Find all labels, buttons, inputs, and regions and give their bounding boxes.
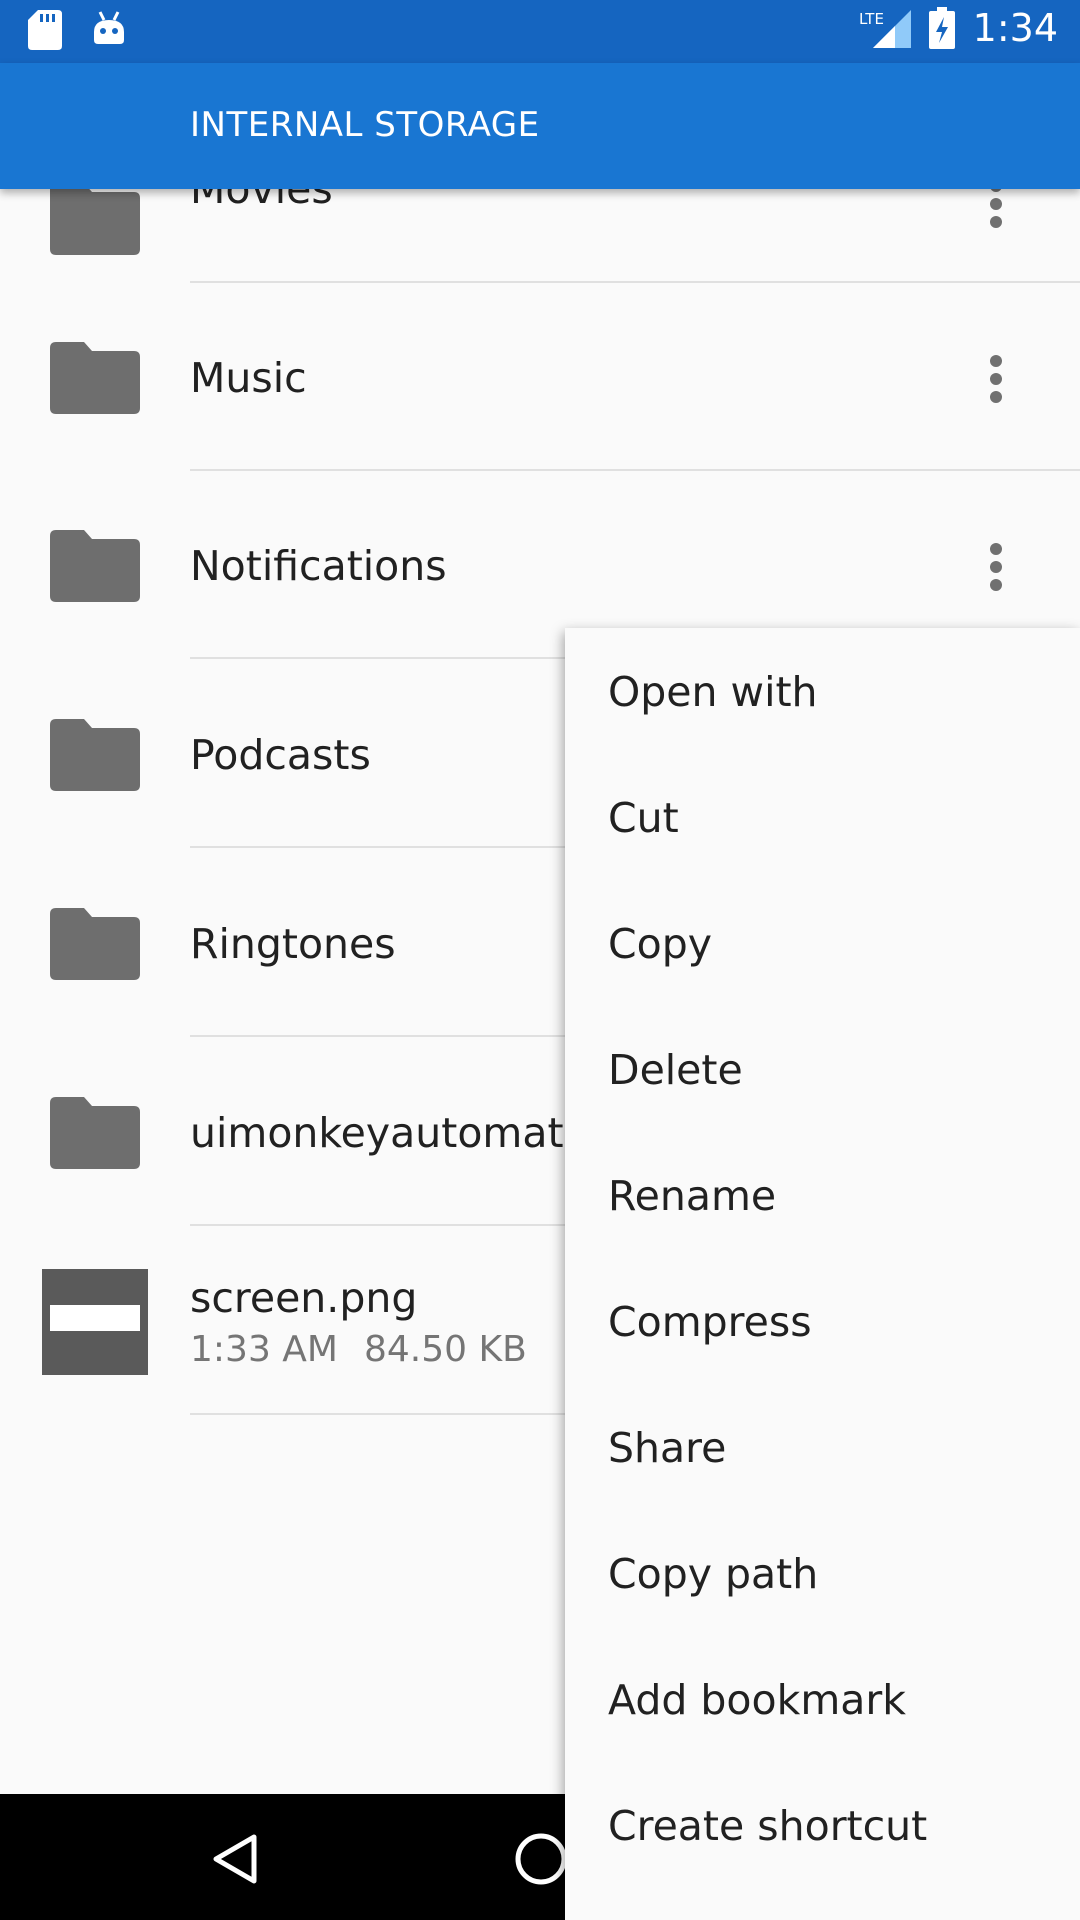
menu-item-label: Create shortcut — [608, 1802, 928, 1850]
thumbnail-dialog — [50, 1305, 140, 1331]
battery-charging-icon — [928, 7, 955, 49]
folder-name: uimonkeyautomator — [190, 1109, 606, 1157]
menu-item-share[interactable]: Share — [565, 1384, 1080, 1510]
folder-icon — [50, 183, 140, 255]
folder-icon — [50, 1097, 140, 1169]
menu-item-rename[interactable]: Rename — [565, 1132, 1080, 1258]
menu-item-open-with[interactable]: Open with — [565, 628, 1080, 754]
menu-item-copy-path[interactable]: Copy path — [565, 1510, 1080, 1636]
folder-icon — [50, 342, 140, 414]
menu-item-label: Compress — [608, 1298, 812, 1346]
folder-name: Ringtones — [190, 920, 396, 968]
screen: Movies Music Notifications Podcasts Ring… — [0, 0, 1080, 1920]
back-icon[interactable] — [212, 1834, 258, 1884]
home-icon[interactable] — [514, 1832, 568, 1886]
file-thumbnail — [42, 1269, 148, 1375]
menu-item-add-bookmark[interactable]: Add bookmark — [565, 1636, 1080, 1762]
menu-item-delete[interactable]: Delete — [565, 1006, 1080, 1132]
menu-item-label: Share — [608, 1424, 727, 1472]
menu-item-label: Open with — [608, 668, 818, 716]
network-label: LTE — [859, 10, 884, 28]
status-bar: LTE 1:34 — [0, 0, 1080, 63]
more-options-icon[interactable] — [978, 543, 1014, 603]
menu-item-copy[interactable]: Copy — [565, 880, 1080, 1006]
menu-item-create-shortcut[interactable]: Create shortcut — [565, 1762, 1080, 1888]
file-name: screen.png — [190, 1274, 418, 1322]
list-item-folder[interactable]: Music — [0, 284, 1080, 473]
menu-item-label: Copy — [608, 920, 713, 968]
folder-name: Notifications — [190, 542, 447, 590]
status-clock: 1:34 — [972, 6, 1058, 50]
menu-item-label: Add bookmark — [608, 1676, 907, 1724]
menu-item-label: Delete — [608, 1046, 743, 1094]
divider — [190, 469, 1080, 471]
app-toolbar: INTERNAL STORAGE — [0, 63, 1080, 189]
context-menu: Open with Cut Copy Delete Rename Compres… — [565, 628, 1080, 1920]
more-options-icon[interactable] — [978, 355, 1014, 415]
menu-item-label: Copy path — [608, 1550, 819, 1598]
menu-item-label: Cut — [608, 794, 679, 842]
file-time: 1:33 AM — [190, 1329, 338, 1370]
menu-item-label: Rename — [608, 1172, 777, 1220]
toolbar-title: INTERNAL STORAGE — [190, 105, 540, 145]
folder-icon — [50, 719, 140, 791]
sd-card-icon — [28, 10, 62, 50]
file-size: 84.50 KB — [364, 1329, 527, 1370]
menu-item-cut[interactable]: Cut — [565, 754, 1080, 880]
more-options-icon[interactable] — [978, 180, 1014, 240]
signal-icon: LTE — [859, 10, 911, 48]
folder-icon — [50, 908, 140, 980]
folder-name: Music — [190, 354, 307, 402]
folder-name: Podcasts — [190, 731, 371, 779]
android-icon — [94, 11, 124, 44]
menu-item-compress[interactable]: Compress — [565, 1258, 1080, 1384]
folder-icon — [50, 530, 140, 602]
divider — [190, 281, 1080, 283]
